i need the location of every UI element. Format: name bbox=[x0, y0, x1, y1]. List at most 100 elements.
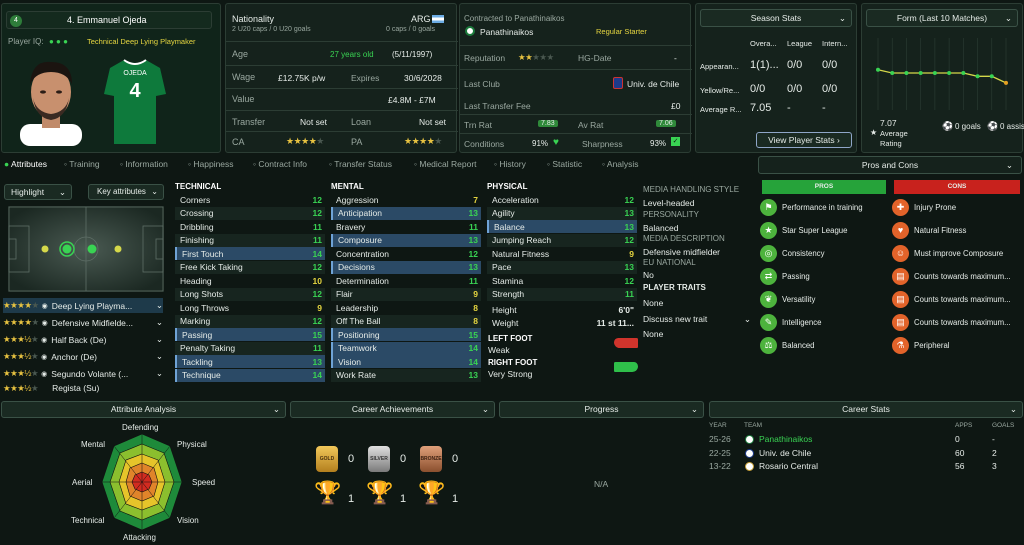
mental-attribute-row[interactable]: Decisions 13 bbox=[331, 260, 481, 274]
mental-attribute-row[interactable]: Work Rate 13 bbox=[331, 368, 481, 382]
technical-attribute-row[interactable]: Heading 10 bbox=[175, 274, 325, 287]
tab-training[interactable]: ◦ Training bbox=[64, 159, 100, 169]
mental-attribute-row[interactable]: Concentration 12 bbox=[331, 247, 481, 260]
technical-attribute-row[interactable]: Dribbling 11 bbox=[175, 220, 325, 233]
transfer-value[interactable]: Not set bbox=[300, 117, 327, 127]
pro-item[interactable]: ⚖ Balanced bbox=[760, 336, 815, 354]
attribute-analysis-header[interactable]: Attribute Analysis ⌄ bbox=[1, 401, 286, 418]
tab-attributes[interactable]: ● Attributes bbox=[4, 159, 47, 169]
tab-statistic[interactable]: ◦ Statistic bbox=[547, 159, 582, 169]
form-point[interactable] bbox=[918, 71, 923, 75]
form-point[interactable] bbox=[961, 71, 966, 75]
document-icon: ▤ bbox=[892, 290, 909, 308]
role-row-dm[interactable]: ★★★★★ ◉ Defensive Midfielde... ⌄ bbox=[3, 315, 163, 330]
career-team[interactable]: Univ. de Chile bbox=[759, 448, 811, 458]
view-player-stats-button[interactable]: View Player Stats › bbox=[756, 132, 852, 148]
progress-header[interactable]: Progress ⌄ bbox=[499, 401, 704, 418]
mental-attribute-row[interactable]: Positioning 15 bbox=[331, 328, 481, 341]
technical-attribute-row[interactable]: Tackling 13 bbox=[175, 355, 325, 368]
player-name-box[interactable]: 4 4. Emmanuel Ojeda bbox=[6, 11, 212, 29]
con-item[interactable]: ▤ Counts towards maximum... bbox=[892, 267, 1011, 285]
tab-contract-info[interactable]: ◦ Contract Info bbox=[253, 159, 307, 169]
form-title[interactable]: Form (Last 10 Matches) ⌄ bbox=[866, 9, 1018, 27]
career-achievements-header[interactable]: Career Achievements ⌄ bbox=[290, 401, 495, 418]
mental-attribute-row[interactable]: Determination 11 bbox=[331, 274, 481, 287]
tab-happiness[interactable]: ◦ Happiness bbox=[188, 159, 234, 169]
mental-attribute-row[interactable]: Vision 14 bbox=[331, 355, 481, 368]
hg-label: HG-Date bbox=[578, 53, 612, 63]
mental-attribute-row[interactable]: Aggression 7 bbox=[331, 193, 481, 206]
career-team[interactable]: Panathinaikos bbox=[759, 434, 812, 444]
mental-attribute-row[interactable]: Off The Ball 8 bbox=[331, 314, 481, 328]
form-point[interactable] bbox=[932, 71, 937, 75]
club-name[interactable]: Panathinaikos bbox=[480, 27, 533, 37]
season-stats-title[interactable]: Season Stats ⌄ bbox=[700, 9, 852, 27]
pro-item[interactable]: ★ Star Super League bbox=[760, 221, 847, 239]
form-point[interactable] bbox=[890, 71, 895, 75]
role-row-sv[interactable]: ★★★½★ ◉ Segundo Volante (... ⌄ bbox=[3, 366, 163, 381]
form-point[interactable] bbox=[904, 71, 909, 75]
loan-value[interactable]: Not set bbox=[419, 117, 446, 127]
tab-transfer-status[interactable]: ◦ Transfer Status bbox=[329, 159, 392, 169]
role-row-regista[interactable]: ★★★½★ Regista (Su) bbox=[3, 383, 163, 393]
role-row-dlp[interactable]: ★★★★★ ◉ Deep Lying Playma... ⌄ bbox=[3, 298, 163, 313]
pro-item[interactable]: ◎ Consistency bbox=[760, 244, 824, 262]
physical-attribute-row[interactable]: Pace 13 bbox=[487, 260, 637, 274]
con-item[interactable]: ✚ Injury Prone bbox=[892, 198, 956, 216]
mental-attribute-row[interactable]: Leadership 8 bbox=[331, 301, 481, 314]
con-item[interactable]: ▤ Counts towards maximum... bbox=[892, 313, 1011, 331]
form-point[interactable] bbox=[947, 71, 952, 75]
physical-attribute-row[interactable]: Natural Fitness 9 bbox=[487, 247, 637, 260]
career-stats-header[interactable]: Career Stats ⌄ bbox=[709, 401, 1023, 418]
attribute-value: 12 bbox=[312, 289, 322, 299]
technical-attribute-row[interactable]: Marking 12 bbox=[175, 314, 325, 328]
physical-attribute-row[interactable]: Jumping Reach 12 bbox=[487, 233, 637, 247]
con-item[interactable]: ☺ Must improve Composure bbox=[892, 244, 1003, 262]
role-row-anchor[interactable]: ★★★½★ ◉ Anchor (De) ⌄ bbox=[3, 349, 163, 364]
mental-attribute-row[interactable]: Bravery 11 bbox=[331, 220, 481, 233]
con-item[interactable]: ▤ Counts towards maximum... bbox=[892, 290, 1011, 308]
attribute-name: Leadership bbox=[336, 302, 379, 313]
technical-attribute-row[interactable]: Long Shots 12 bbox=[175, 287, 325, 301]
discuss-new-trait-dropdown[interactable]: Discuss new trait ⌄ bbox=[643, 314, 751, 324]
pro-item[interactable]: ✎ Intelligence bbox=[760, 313, 821, 331]
career-col-goals: GOALS bbox=[992, 422, 1015, 429]
mental-attribute-row[interactable]: Teamwork 14 bbox=[331, 341, 481, 355]
pros-cons-header[interactable]: Pros and Cons ⌄ bbox=[758, 156, 1022, 174]
physical-attribute-row[interactable]: Strength 11 bbox=[487, 287, 637, 301]
technical-attribute-row[interactable]: Corners 12 bbox=[175, 193, 325, 206]
technical-attribute-row[interactable]: First Touch 14 bbox=[175, 247, 325, 260]
physical-attribute-row[interactable]: Stamina 12 bbox=[487, 274, 637, 287]
role-row-hb[interactable]: ★★★½★ ◉ Half Back (De) ⌄ bbox=[3, 332, 163, 347]
career-team[interactable]: Rosario Central bbox=[759, 461, 818, 471]
technical-attribute-row[interactable]: Crossing 12 bbox=[175, 206, 325, 220]
form-point[interactable] bbox=[1004, 80, 1008, 85]
mental-attribute-row[interactable]: Flair 9 bbox=[331, 287, 481, 301]
mental-attribute-row[interactable]: Composure 13 bbox=[331, 233, 481, 247]
physical-attribute-row[interactable]: Balance 13 bbox=[487, 220, 637, 233]
form-point[interactable] bbox=[876, 67, 880, 72]
con-item[interactable]: ♥ Natural Fitness bbox=[892, 221, 966, 239]
key-attributes-dropdown[interactable]: Key attributes ⌄ bbox=[88, 184, 164, 200]
tab-medical-report[interactable]: ◦ Medical Report bbox=[414, 159, 477, 169]
physical-attribute-row[interactable]: Acceleration 12 bbox=[487, 193, 637, 206]
pro-item[interactable]: ❦ Versatility bbox=[760, 290, 815, 308]
tab-analysis[interactable]: ◦ Analysis bbox=[602, 159, 639, 169]
last-club-value[interactable]: Univ. de Chile bbox=[627, 79, 679, 89]
technical-attribute-row[interactable]: Free Kick Taking 12 bbox=[175, 260, 325, 274]
highlight-dropdown[interactable]: Highlight ⌄ bbox=[4, 184, 72, 200]
form-point[interactable] bbox=[989, 74, 994, 79]
pro-item[interactable]: ⇄ Passing bbox=[760, 267, 810, 285]
pro-item[interactable]: ⚑ Performance in training bbox=[760, 198, 863, 216]
con-item[interactable]: ⚗ Peripheral bbox=[892, 336, 950, 354]
technical-attribute-row[interactable]: Penalty Taking 11 bbox=[175, 341, 325, 355]
technical-attribute-row[interactable]: Long Throws 9 bbox=[175, 301, 325, 314]
mental-attribute-row[interactable]: Anticipation 13 bbox=[331, 206, 481, 220]
technical-attribute-row[interactable]: Passing 15 bbox=[175, 328, 325, 341]
technical-attribute-row[interactable]: Finishing 11 bbox=[175, 233, 325, 247]
tab-information[interactable]: ◦ Information bbox=[120, 159, 168, 169]
form-point[interactable] bbox=[975, 74, 980, 79]
tab-history[interactable]: ◦ History bbox=[494, 159, 526, 169]
physical-attribute-row[interactable]: Agility 13 bbox=[487, 206, 637, 220]
technical-attribute-row[interactable]: Technique 14 bbox=[175, 368, 325, 382]
